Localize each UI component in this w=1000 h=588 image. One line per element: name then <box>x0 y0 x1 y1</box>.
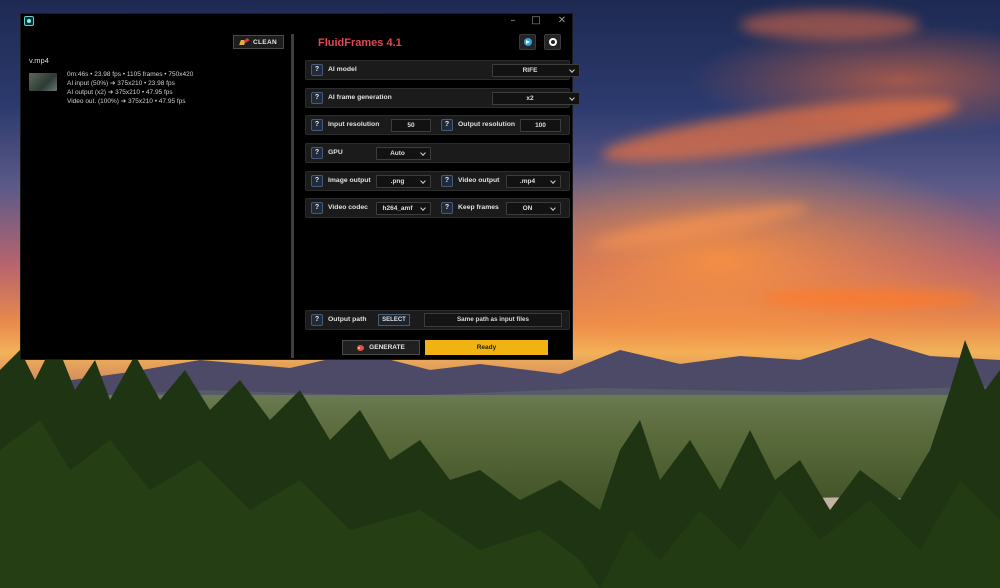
ai-frame-generation-value: x2 <box>526 95 534 102</box>
clean-button-label: CLEAN <box>253 38 277 46</box>
github-button[interactable] <box>544 34 561 50</box>
keep-frames-dropdown[interactable]: ON <box>506 202 561 215</box>
help-button[interactable]: ? <box>311 314 323 326</box>
video-codec-dropdown[interactable]: h264_amf <box>376 202 431 215</box>
chevron-down-icon <box>550 205 556 211</box>
video-output-dropdown[interactable]: .mp4 <box>506 175 561 188</box>
keep-frames-label: Keep frames <box>458 204 499 211</box>
image-output-dropdown[interactable]: .png <box>376 175 431 188</box>
wallpaper-cloud <box>760 290 980 308</box>
help-button[interactable]: ? <box>311 119 323 131</box>
close-button[interactable]: ✕ <box>551 14 573 28</box>
broom-icon <box>240 39 249 46</box>
github-icon <box>549 38 557 46</box>
file-info-line: 0m:46s • 23.98 fps • 1105 frames • 750x4… <box>67 71 194 78</box>
status-bar: Ready <box>425 340 548 355</box>
image-output-value: .png <box>390 178 405 185</box>
file-info-line: AI input (50%) ➔ 375x210 • 23.98 fps <box>67 80 175 87</box>
help-button[interactable]: ? <box>441 202 453 214</box>
ai-frame-generation-row: ? AI frame generation x2 <box>305 88 580 108</box>
wallpaper-cloud <box>740 10 920 40</box>
video-codec-label: Video codec <box>328 204 368 211</box>
chevron-down-icon <box>420 150 426 156</box>
fluidframes-window: – □ ✕ CLEAN v.mp4 0m:46s • 23.98 fps • 1… <box>20 13 580 360</box>
input-resolution-label: Input resolution <box>328 121 380 128</box>
app-logo-icon <box>24 16 34 26</box>
panel-divider[interactable] <box>291 34 294 358</box>
gpu-dropdown[interactable]: Auto <box>376 147 431 160</box>
chevron-down-icon <box>569 67 575 73</box>
file-name: v.mp4 <box>29 56 49 65</box>
video-thumbnail <box>29 73 57 91</box>
input-resolution-field[interactable]: 50 <box>391 119 431 132</box>
file-info: 0m:46s • 23.98 fps • 1105 frames • 750x4… <box>67 70 193 106</box>
ai-frame-generation-dropdown[interactable]: x2 <box>492 92 580 105</box>
ai-model-label: AI model <box>328 66 357 73</box>
keep-frames-value: ON <box>522 205 533 212</box>
chevron-down-icon <box>569 95 575 101</box>
generate-button[interactable]: GENERATE <box>342 340 420 355</box>
ai-frame-generation-label: AI frame generation <box>328 94 392 101</box>
file-info-line: AI output (x2) ➔ 375x210 • 47.95 fps <box>67 89 173 96</box>
file-info-line: Video out. (100%) ➔ 375x210 • 47.95 fps <box>67 98 186 105</box>
ai-model-value: RIFE <box>522 67 538 74</box>
output-path-label: Output path <box>328 316 367 323</box>
rocket-icon <box>357 344 365 351</box>
help-button[interactable]: ? <box>441 119 453 131</box>
chevron-down-icon <box>420 178 426 184</box>
chevron-down-icon <box>550 178 556 184</box>
app-title: FluidFrames 4.1 <box>318 37 402 49</box>
clean-button[interactable]: CLEAN <box>233 35 284 49</box>
wallpaper-forest <box>0 340 1000 588</box>
help-button[interactable]: ? <box>311 92 323 104</box>
title-bar: – □ ✕ <box>21 14 572 30</box>
select-path-button[interactable]: SELECT <box>378 314 410 326</box>
output-path-field[interactable]: Same path as input files <box>424 313 562 327</box>
chevron-down-icon <box>420 205 426 211</box>
output-resolution-label: Output resolution <box>458 121 516 128</box>
gpu-label: GPU <box>328 149 343 156</box>
ai-model-row: ? AI model RIFE <box>305 60 580 80</box>
video-output-value: .mp4 <box>519 178 536 185</box>
help-button[interactable]: ? <box>311 64 323 76</box>
gpu-value: Auto <box>390 150 405 157</box>
help-button[interactable]: ? <box>311 175 323 187</box>
output-resolution-field[interactable]: 100 <box>520 119 561 132</box>
image-output-label: Image output <box>328 177 371 184</box>
gpu-row: ? GPU Auto <box>305 143 570 163</box>
video-codec-value: h264_amf <box>382 205 413 212</box>
ai-model-dropdown[interactable]: RIFE <box>492 64 580 77</box>
codec-row: ? Video codec h264_amf ? Keep frames ON <box>305 198 570 218</box>
resolution-row: ? Input resolution 50 ? Output resolutio… <box>305 115 570 135</box>
generate-button-label: GENERATE <box>369 344 405 351</box>
output-format-row: ? Image output .png ? Video output .mp4 <box>305 171 570 191</box>
telegram-button[interactable] <box>519 34 536 50</box>
video-output-label: Video output <box>458 177 500 184</box>
telegram-icon <box>524 38 532 46</box>
maximize-button[interactable]: □ <box>525 14 547 28</box>
help-button[interactable]: ? <box>311 147 323 159</box>
help-button[interactable]: ? <box>311 202 323 214</box>
help-button[interactable]: ? <box>441 175 453 187</box>
minimize-button[interactable]: – <box>502 14 524 28</box>
